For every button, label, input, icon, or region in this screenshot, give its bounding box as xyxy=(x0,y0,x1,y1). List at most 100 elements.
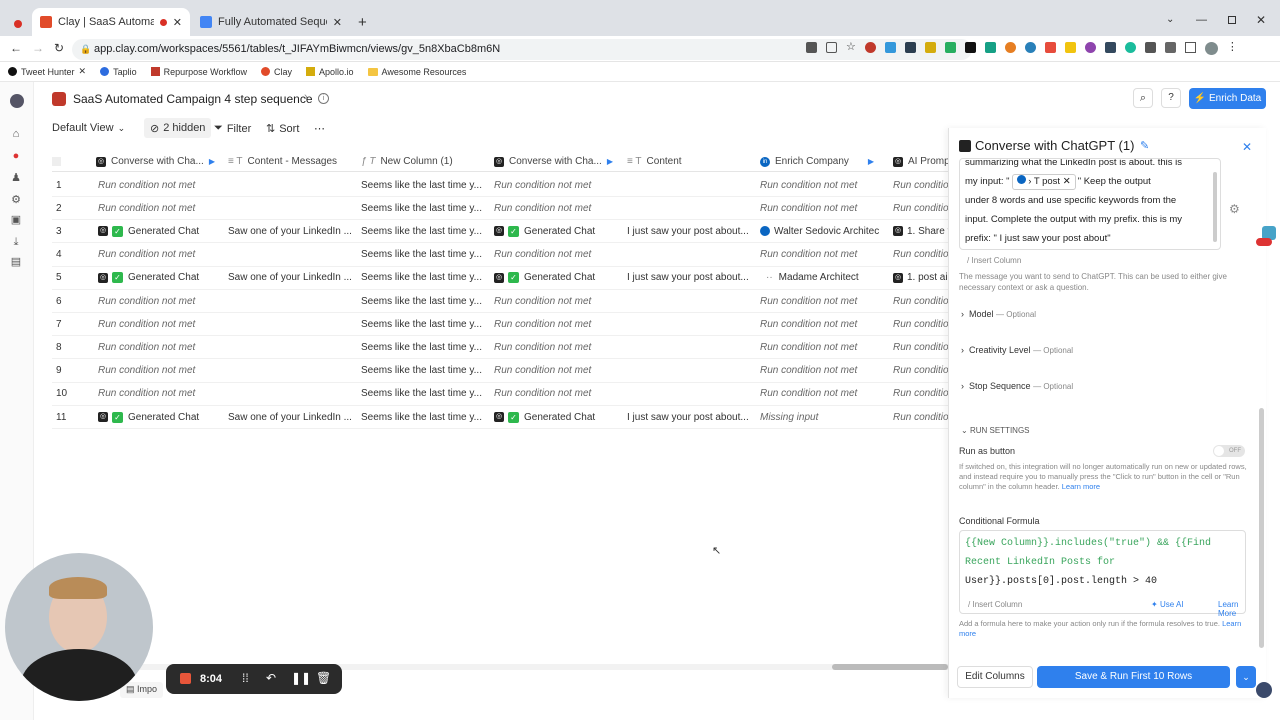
table-cell[interactable]: Missing input xyxy=(754,406,887,429)
table-cell[interactable]: Run condition not met xyxy=(488,197,621,221)
settings-icon[interactable]: ⚙ xyxy=(10,194,22,206)
table-cell[interactable] xyxy=(222,313,355,337)
table-cell[interactable]: Run condition not met xyxy=(754,174,887,197)
table-cell[interactable]: Run condition not met xyxy=(92,383,222,406)
table-cell[interactable]: Run condition not met xyxy=(754,383,887,406)
learn-more-link[interactable]: Learn More xyxy=(1218,600,1245,618)
camera-icon[interactable] xyxy=(806,42,817,53)
table-cell[interactable]: ◎ 1. Share t xyxy=(887,220,948,244)
extension-icon[interactable] xyxy=(1124,42,1136,53)
star-icon[interactable]: ☆ xyxy=(846,42,856,55)
table-cell[interactable] xyxy=(222,336,355,360)
run-as-button-toggle[interactable]: OFF xyxy=(1213,445,1245,457)
table-cell[interactable]: Run condition not met xyxy=(92,290,222,313)
table-cell[interactable]: Seems like the last time y... xyxy=(355,197,488,221)
table-cell[interactable]: Seems like the last time y... xyxy=(355,220,488,244)
extension-icon[interactable] xyxy=(924,42,936,53)
table-cell[interactable]: Run conditio xyxy=(887,244,948,267)
tab-docs[interactable]: Fully Automated Sequences SaaS ✕ xyxy=(192,8,350,36)
table-cell[interactable]: ◎ ✓ Generated Chat xyxy=(488,406,621,429)
share-icon[interactable] xyxy=(826,42,837,53)
puzzle-icon[interactable] xyxy=(1164,42,1176,53)
table-cell[interactable]: ◎ ✓ Generated Chat xyxy=(488,220,621,244)
chat-support-icon[interactable] xyxy=(1256,682,1272,698)
column-header[interactable]: ≡ T Content - Messages xyxy=(222,152,355,172)
column-header[interactable]: ◎ Converse with Cha... ▶ xyxy=(488,152,621,172)
table-cell[interactable]: Saw one of your LinkedIn ... xyxy=(222,220,355,244)
table-cell[interactable]: Run condition not met xyxy=(92,360,222,383)
table-cell[interactable]: Seems like the last time y... xyxy=(355,313,488,337)
enrich-data-button[interactable]: ⚡ Enrich Data xyxy=(1189,88,1266,109)
edit-pencil-icon[interactable]: ✎ xyxy=(1140,139,1149,152)
chevron-down-icon[interactable]: ⌄ xyxy=(1166,14,1174,25)
bookmark[interactable]: Apollo.io xyxy=(305,67,354,77)
table-cell[interactable]: Saw one of your LinkedIn ... xyxy=(222,267,355,290)
table-cell[interactable]: ·· Madame Architect xyxy=(754,267,887,290)
table-cell[interactable]: Seems like the last time y... xyxy=(355,267,488,290)
table-cell[interactable] xyxy=(222,383,355,406)
table-cell[interactable]: I just saw your post about... xyxy=(621,267,754,290)
save-run-button[interactable]: Save & Run First 10 Rows xyxy=(1037,666,1230,688)
extension-icon[interactable] xyxy=(1064,42,1076,53)
table-cell[interactable]: Run conditio xyxy=(887,336,948,360)
table-cell[interactable] xyxy=(222,174,355,197)
table-cell[interactable] xyxy=(621,336,754,360)
table-cell[interactable]: Run condition not met xyxy=(754,197,887,221)
extension-icon[interactable] xyxy=(1044,42,1056,53)
stop-sequence-section[interactable]: › Stop Sequence — Optional xyxy=(961,381,1073,391)
table-cell[interactable]: Run condition not met xyxy=(754,244,887,267)
table-cell[interactable]: Run condition not met xyxy=(92,197,222,221)
view-selector[interactable]: Default View ⌄ xyxy=(52,122,125,134)
restore-icon[interactable] xyxy=(1228,16,1236,24)
extension-icon[interactable] xyxy=(1104,42,1116,53)
filter-button[interactable]: ⏷ Filter xyxy=(214,122,251,135)
table-cell[interactable]: Run condition not met xyxy=(754,290,887,313)
table-cell[interactable]: ◎ 1. post ai xyxy=(887,267,948,290)
table-cell[interactable]: Run conditio xyxy=(887,383,948,406)
table-cell[interactable]: Run conditio xyxy=(887,174,948,197)
sort-button[interactable]: ⇅ Sort xyxy=(266,122,299,136)
table-cell[interactable] xyxy=(621,197,754,221)
column-header[interactable]: in Enrich Company ▶ xyxy=(754,152,887,172)
textarea-scrollbar[interactable] xyxy=(1213,172,1217,242)
table-cell[interactable] xyxy=(222,360,355,383)
table-cell[interactable]: Seems like the last time y... xyxy=(355,336,488,360)
use-ai-button[interactable]: ✦ Use AI xyxy=(1151,600,1184,609)
help-button[interactable]: ? xyxy=(1161,88,1181,108)
table-cell[interactable]: Seems like the last time y... xyxy=(355,174,488,197)
table-cell[interactable]: Seems like the last time y... xyxy=(355,406,488,429)
table-cell[interactable]: Walter Sedovic Architec xyxy=(754,220,887,244)
select-all-checkbox[interactable] xyxy=(52,152,92,172)
insert-column-button[interactable]: / Insert Column xyxy=(967,256,1021,265)
more-icon[interactable]: ⋯ xyxy=(314,122,325,135)
edit-columns-button[interactable]: Edit Columns xyxy=(957,666,1033,688)
table-cell[interactable]: Seems like the last time y... xyxy=(355,244,488,267)
bookmark[interactable]: Tweet Hunter ✕ xyxy=(8,66,86,77)
table-cell[interactable] xyxy=(222,244,355,267)
gear-icon[interactable]: ⚙ xyxy=(1229,202,1240,216)
back-icon[interactable]: ← xyxy=(10,41,22,55)
info-icon[interactable]: i xyxy=(318,93,329,104)
table-cell[interactable] xyxy=(621,383,754,406)
column-token[interactable]: › T post ✕ xyxy=(1011,174,1076,190)
extension-icon[interactable] xyxy=(984,42,996,53)
table-cell[interactable]: I just saw your post about... xyxy=(621,406,754,429)
reload-icon[interactable]: ↻ xyxy=(54,41,64,55)
extension-icon[interactable] xyxy=(1144,42,1156,53)
model-section[interactable]: › Model — Optional xyxy=(961,309,1036,319)
table-cell[interactable]: ◎ ✓ Generated Chat xyxy=(92,267,222,290)
table-cell[interactable]: Run condition not met xyxy=(92,336,222,360)
table-cell[interactable] xyxy=(621,313,754,337)
extension-icon[interactable] xyxy=(1024,42,1036,53)
sidebar-icon[interactable] xyxy=(1184,42,1196,53)
table-cell[interactable]: Seems like the last time y... xyxy=(355,360,488,383)
table-cell[interactable]: Run condition not met xyxy=(754,336,887,360)
close-panel-icon[interactable]: ✕ xyxy=(1242,140,1252,154)
column-header[interactable]: ◎ AI Promp xyxy=(887,152,948,172)
search-button[interactable]: ⌕ xyxy=(1133,88,1153,108)
table-cell[interactable]: Run conditio xyxy=(887,197,948,221)
table-cell[interactable]: ◎ ✓ Generated Chat xyxy=(488,267,621,290)
bookmark[interactable]: Taplio xyxy=(100,67,137,77)
table-cell[interactable]: Run condition not met xyxy=(92,244,222,267)
insert-column-button[interactable]: / Insert Column xyxy=(968,600,1022,609)
